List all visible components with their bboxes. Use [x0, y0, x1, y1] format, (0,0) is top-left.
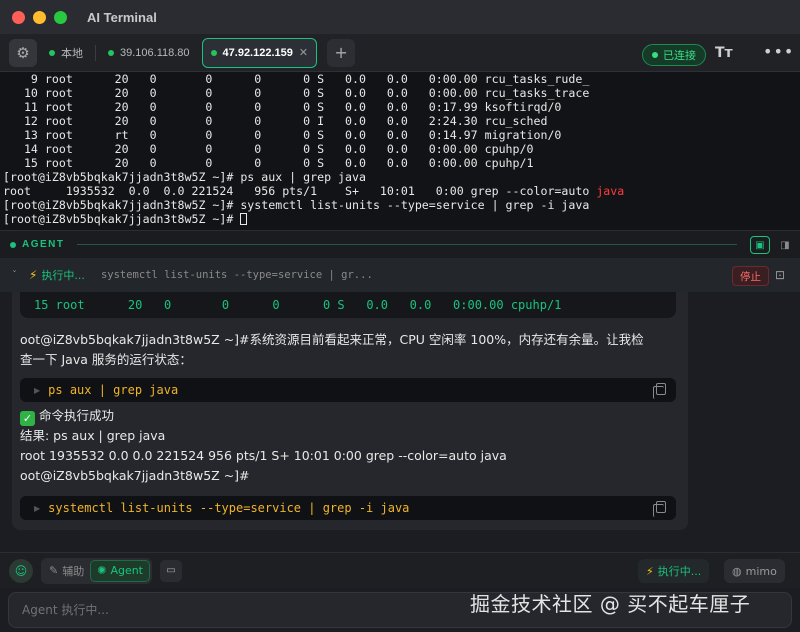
check-icon: ✓: [20, 411, 35, 426]
tab-label: 本地: [61, 47, 83, 60]
lightning-icon: ⚡: [646, 564, 654, 578]
terminal-line: 15 root 20 0 0 0 0 S 0.0 0.0 0:00.00 cpu…: [3, 156, 534, 170]
terminal-line: 11 root 20 0 0 0 0 S 0.0 0.0 0:17.99 kso…: [3, 100, 562, 114]
mode-label: Agent: [110, 564, 143, 577]
success-text: 命令执行成功: [39, 408, 115, 423]
input-area: [0, 588, 800, 632]
minimize-window-button[interactable]: [33, 10, 46, 24]
layout-side-icon: ◨: [780, 239, 790, 251]
command-result: ✓ 命令执行成功 结果: ps aux | grep java root 1935…: [20, 406, 680, 486]
terminal-prompt: [root@iZ8vb5bqkak7jjadn3t8w5Z ~]#: [3, 212, 241, 226]
mode-label: 辅助: [62, 564, 85, 578]
command-block: ▶ ps aux | grep java: [20, 378, 676, 402]
more-options-button[interactable]: •••: [763, 42, 794, 61]
copy-icon[interactable]: [653, 383, 666, 399]
run-status-label: 执行中...: [657, 565, 702, 578]
terminal-prompt-line: [root@iZ8vb5bqkak7jjadn3t8w5Z ~]#: [3, 212, 797, 226]
add-tab-button[interactable]: +: [327, 38, 356, 67]
terminal-line: 10 root 20 0 0 0 0 S 0.0 0.0 0:00.00 rcu…: [3, 86, 590, 100]
gear-icon: ⚙: [16, 43, 30, 62]
agent-message-text: oot@iZ8vb5bqkak7jjadn3t8w5Z ~]#系统资源目前看起来…: [20, 330, 680, 370]
cursor-icon: [240, 213, 248, 225]
model-selector[interactable]: ◍ mimo: [724, 559, 785, 583]
terminal-line: 12 root 20 0 0 0 0 I 0.0 0.0 2:24.30 rcu…: [3, 114, 548, 128]
status-dot-icon: [652, 52, 658, 58]
mode-agent-button[interactable]: ✺ Agent: [90, 559, 150, 582]
message-line: oot@iZ8vb5bqkak7jjadn3t8w5Z ~]#系统资源目前看起来…: [20, 332, 644, 347]
terminal-line: [root@iZ8vb5bqkak7jjadn3t8w5Z ~]# system…: [3, 198, 590, 212]
connection-dot-icon: [49, 49, 55, 56]
execution-status-bar: ˇ ⚡ 执行中... systemctl list-units --type=s…: [0, 258, 800, 292]
connection-status-badge: 已连接: [642, 44, 706, 66]
copy-icon[interactable]: [653, 501, 666, 517]
model-label: mimo: [745, 564, 777, 578]
window-controls: [12, 10, 67, 24]
tab-local[interactable]: 本地: [41, 38, 91, 68]
run-status-badge: ⚡ 执行中...: [638, 559, 710, 583]
success-line: ✓ 命令执行成功: [20, 406, 680, 426]
tab-39-106-118-80[interactable]: 39.106.118.80: [100, 38, 198, 68]
agent-panel-header: AGENT ▣ ◨: [0, 230, 800, 258]
connection-dot-icon: [108, 49, 114, 56]
grep-match-highlight: java: [596, 184, 625, 198]
agent-panel-title: AGENT: [22, 239, 65, 250]
assist-icon: ✎: [49, 564, 59, 577]
title-bar: AI Terminal: [0, 0, 800, 34]
model-icon: ◍: [732, 564, 742, 578]
command-text: systemctl list-units --type=service | gr…: [48, 501, 410, 515]
app-title: AI Terminal: [87, 9, 157, 25]
settings-button[interactable]: ⚙: [9, 38, 37, 67]
result-line: root 1935532 0.0 0.0 221524 956 pts/1 S+…: [20, 448, 507, 463]
message-line: 查一下 Java 服务的运行状态：: [20, 352, 192, 367]
agent-input[interactable]: [8, 592, 792, 628]
result-prompt: oot@iZ8vb5bqkak7jjadn3t8w5Z ~]#: [20, 468, 250, 483]
agent-status-dot-icon: [10, 241, 16, 248]
tab-bar: ⚙ 本地 39.106.118.80 47.92.122.159 ✕ + 已连接…: [0, 34, 800, 72]
tab-47-92-122-159[interactable]: 47.92.122.159 ✕: [201, 37, 318, 68]
code-output-line: 15 root 20 0 0 0 0 S 0.0 0.0 0:00.00 cpu…: [34, 298, 562, 312]
terminal-context-button[interactable]: ▭: [160, 559, 182, 582]
tab-label: 39.106.118.80: [120, 46, 190, 59]
terminal-toggle-icon[interactable]: ⊡: [775, 268, 785, 282]
command-block: ▶ systemctl list-units --type=service | …: [20, 496, 676, 520]
agent-icon: ✺: [97, 564, 107, 577]
mode-switcher: ✎ 辅助 ✺ Agent: [41, 557, 152, 584]
tab-label: 47.92.122.159: [222, 46, 293, 59]
lightning-icon: ⚡: [29, 268, 38, 282]
close-tab-icon[interactable]: ✕: [299, 46, 308, 59]
font-size-button[interactable]: Tт: [715, 45, 733, 61]
terminal-output[interactable]: 9 root 20 0 0 0 0 S 0.0 0.0 0:00.00 rcu_…: [0, 72, 800, 230]
play-icon: ▶: [34, 503, 41, 513]
grep-line-text: root 1935532 0.0 0.0 221524 956 pts/1 S+…: [3, 184, 597, 198]
terminal-grep-line: root 1935532 0.0 0.0 221524 956 pts/1 S+…: [3, 184, 797, 198]
terminal-line: [root@iZ8vb5bqkak7jjadn3t8w5Z ~]# ps aux…: [3, 170, 366, 184]
bottom-toolbar: ☺ ✎ 辅助 ✺ Agent ▭ ⚡ 执行中... ◍ mimo: [0, 552, 800, 588]
terminal-line: 14 root 20 0 0 0 0 S 0.0 0.0 0:00.00 cpu…: [3, 142, 534, 156]
header-divider: [76, 244, 737, 245]
close-window-button[interactable]: [12, 10, 25, 24]
maximize-window-button[interactable]: [54, 10, 67, 24]
stop-button[interactable]: 停止: [732, 266, 769, 286]
command-text: ps aux | grep java: [48, 383, 179, 397]
status-label: 已连接: [663, 49, 696, 62]
play-icon: ▶: [34, 385, 41, 395]
tab-divider: [95, 44, 96, 61]
mode-assist-button[interactable]: ✎ 辅助: [43, 560, 90, 582]
output-code-block: 15 root 20 0 0 0 0 S 0.0 0.0 0:00.00 cpu…: [20, 292, 676, 318]
result-label: 结果: ps aux | grep java: [20, 428, 166, 443]
terminal-icon: ▭: [166, 565, 176, 576]
agent-chat-area[interactable]: 15 root 20 0 0 0 0 S 0.0 0.0 0:00.00 cpu…: [0, 292, 800, 552]
terminal-line: 9 root 20 0 0 0 0 S 0.0 0.0 0:00.00 rcu_…: [3, 72, 590, 86]
robot-icon[interactable]: ☺: [9, 558, 33, 583]
terminal-line: 13 root rt 0 0 0 0 S 0.0 0.0 0:14.97 mig…: [3, 128, 562, 142]
layout-bottom-icon: ▣: [755, 239, 765, 251]
executing-command: systemctl list-units --type=service | gr…: [100, 269, 373, 281]
panel-layout-side-button[interactable]: ◨: [775, 236, 795, 254]
connection-dot-icon: [210, 49, 217, 56]
execution-status-label: 执行中...: [41, 269, 85, 282]
collapse-chevron-icon[interactable]: ˇ: [12, 270, 17, 281]
panel-layout-bottom-button[interactable]: ▣: [750, 236, 770, 254]
